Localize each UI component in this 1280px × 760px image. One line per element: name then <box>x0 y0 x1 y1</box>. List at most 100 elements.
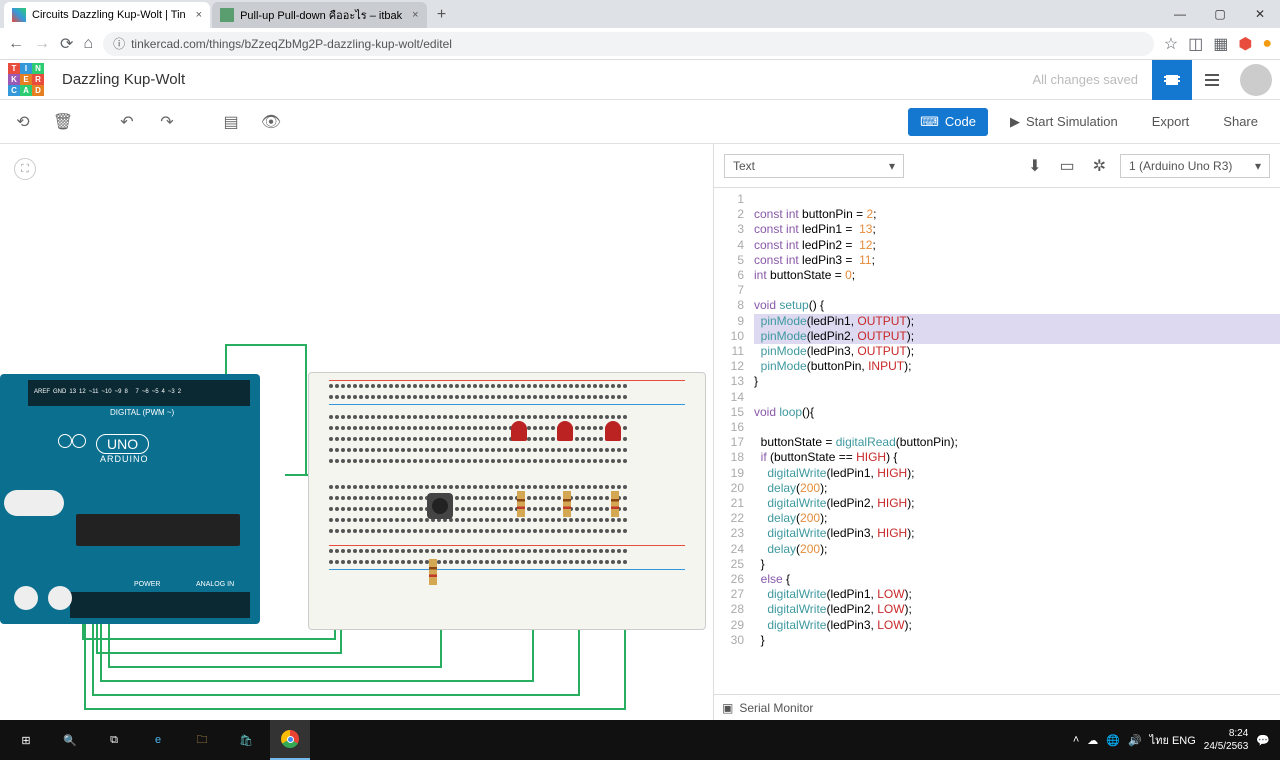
code-line[interactable]: 7 <box>714 283 1280 298</box>
wire[interactable] <box>532 624 534 682</box>
code-view-dropdown[interactable]: Text ▾ <box>724 154 904 178</box>
components-panel-button[interactable] <box>1152 60 1192 100</box>
edge-icon[interactable]: e <box>138 720 178 760</box>
reset-button[interactable] <box>4 490 64 516</box>
code-text[interactable]: digitalWrite(ledPin3, LOW); <box>754 618 1280 633</box>
wire[interactable] <box>92 694 578 696</box>
extension-icon[interactable]: ◫ <box>1188 34 1203 54</box>
code-line[interactable]: 13} <box>714 374 1280 389</box>
code-text[interactable] <box>754 283 1280 298</box>
code-line[interactable]: 17 buttonState = digitalRead(buttonPin); <box>714 435 1280 450</box>
notes-tool[interactable]: ▤ <box>218 109 244 135</box>
code-text[interactable]: buttonState = digitalRead(buttonPin); <box>754 435 1280 450</box>
chrome-icon[interactable] <box>270 720 310 760</box>
bookmark-icon[interactable]: ☆ <box>1164 34 1178 54</box>
code-line[interactable]: 20 delay(200); <box>714 481 1280 496</box>
code-text[interactable] <box>754 390 1280 405</box>
code-text[interactable]: } <box>754 633 1280 648</box>
explorer-icon[interactable]: 🗀 <box>182 720 222 760</box>
code-line[interactable]: 22 delay(200); <box>714 511 1280 526</box>
new-tab-button[interactable]: + <box>429 2 455 28</box>
code-text[interactable]: else { <box>754 572 1280 587</box>
code-text[interactable]: delay(200); <box>754 481 1280 496</box>
code-line[interactable]: 12 pinMode(buttonPin, INPUT); <box>714 359 1280 374</box>
code-line[interactable]: 3const int ledPin1 = 13; <box>714 222 1280 237</box>
breadboard-component[interactable] <box>308 372 706 630</box>
code-text[interactable]: if (buttonState == HIGH) { <box>754 450 1280 465</box>
search-button[interactable]: 🔍 <box>50 720 90 760</box>
forward-button[interactable]: → <box>34 35 50 53</box>
code-line[interactable]: 19 digitalWrite(ledPin1, HIGH); <box>714 466 1280 481</box>
wire[interactable] <box>82 638 334 640</box>
undo-button[interactable]: ↶ <box>114 109 140 135</box>
zoom-fit-button[interactable]: ⛶ <box>14 158 36 180</box>
code-text[interactable]: digitalWrite(ledPin3, HIGH); <box>754 526 1280 541</box>
arduino-uno-component[interactable]: AREFGND1312~11~10~98 7~6~54~32 DIGITAL (… <box>0 374 260 624</box>
download-code-button[interactable]: ⬇ <box>1024 152 1045 180</box>
code-line[interactable]: 10 pinMode(ledPin2, OUTPUT); <box>714 329 1280 344</box>
code-button[interactable]: ⌨ Code <box>908 108 988 136</box>
code-line[interactable]: 21 digitalWrite(ledPin2, HIGH); <box>714 496 1280 511</box>
extension-icon[interactable]: ⬢ <box>1238 34 1252 54</box>
export-button[interactable]: Export <box>1140 108 1202 135</box>
resistor-component[interactable] <box>517 491 525 517</box>
wire[interactable] <box>84 624 86 708</box>
code-text[interactable]: } <box>754 557 1280 572</box>
notifications-icon[interactable]: 💬 <box>1256 734 1270 747</box>
code-line[interactable]: 28 digitalWrite(ledPin2, LOW); <box>714 602 1280 617</box>
project-name[interactable]: Dazzling Kup-Wolt <box>62 71 185 88</box>
wire[interactable] <box>440 624 442 668</box>
code-text[interactable]: int buttonState = 0; <box>754 268 1280 283</box>
code-line[interactable]: 16 <box>714 420 1280 435</box>
redo-button[interactable]: ↷ <box>154 109 180 135</box>
start-simulation-button[interactable]: ▶ Start Simulation <box>998 108 1130 136</box>
code-line[interactable]: 2const int buttonPin = 2; <box>714 207 1280 222</box>
code-line[interactable]: 18 if (buttonState == HIGH) { <box>714 450 1280 465</box>
code-line[interactable]: 24 delay(200); <box>714 542 1280 557</box>
site-info-icon[interactable]: ⓘ <box>113 35 125 52</box>
maximize-button[interactable]: ▢ <box>1200 0 1240 28</box>
code-line[interactable]: 27 digitalWrite(ledPin1, LOW); <box>714 587 1280 602</box>
code-line[interactable]: 1 <box>714 192 1280 207</box>
wire[interactable] <box>108 666 440 668</box>
wire[interactable] <box>225 344 227 374</box>
code-text[interactable]: pinMode(buttonPin, INPUT); <box>754 359 1280 374</box>
code-text[interactable]: delay(200); <box>754 511 1280 526</box>
code-text[interactable] <box>754 192 1280 207</box>
tinkercad-logo[interactable]: TIN KER CAD <box>8 63 44 97</box>
wire[interactable] <box>305 344 307 474</box>
code-text[interactable]: const int ledPin2 = 12; <box>754 238 1280 253</box>
tray-chevron-icon[interactable]: ˄ <box>1073 734 1079 746</box>
list-view-button[interactable] <box>1192 60 1232 100</box>
task-view-button[interactable]: ⧉ <box>94 720 134 760</box>
code-line[interactable]: 5const int ledPin3 = 11; <box>714 253 1280 268</box>
code-text[interactable]: const int buttonPin = 2; <box>754 207 1280 222</box>
wire[interactable] <box>624 624 626 710</box>
share-button[interactable]: Share <box>1211 108 1270 135</box>
code-text[interactable] <box>754 420 1280 435</box>
resistor-component[interactable] <box>563 491 571 517</box>
code-text[interactable]: } <box>754 374 1280 389</box>
code-line[interactable]: 25 } <box>714 557 1280 572</box>
wire[interactable] <box>96 652 340 654</box>
user-avatar[interactable] <box>1240 64 1272 96</box>
power-analog-pins[interactable] <box>70 592 250 618</box>
wire[interactable] <box>285 474 308 476</box>
browser-tab[interactable]: Pull-up Pull-down คืออะไร – itbak × <box>212 2 426 28</box>
serial-monitor-toggle[interactable]: ▣ Serial Monitor <box>714 694 1280 720</box>
code-editor[interactable]: 12const int buttonPin = 2;3const int led… <box>714 188 1280 694</box>
minimize-button[interactable]: — <box>1160 0 1200 28</box>
rotate-tool[interactable]: ⟲ <box>10 109 36 135</box>
code-text[interactable]: pinMode(ledPin2, OUTPUT); <box>754 329 1280 344</box>
wire[interactable] <box>100 680 532 682</box>
wire[interactable] <box>108 624 110 666</box>
code-text[interactable]: digitalWrite(ledPin1, HIGH); <box>754 466 1280 481</box>
code-line[interactable]: 29 digitalWrite(ledPin3, LOW); <box>714 618 1280 633</box>
resistor-component[interactable] <box>611 491 619 517</box>
code-text[interactable]: pinMode(ledPin1, OUTPUT); <box>754 314 1280 329</box>
close-window-button[interactable]: ✕ <box>1240 0 1280 28</box>
code-text[interactable]: const int ledPin1 = 13; <box>754 222 1280 237</box>
circuit-canvas[interactable]: ⛶ AREFGND1312~11~10~98 7~6~54~32 DIGITAL… <box>0 144 714 720</box>
led-component[interactable] <box>511 421 527 441</box>
store-icon[interactable]: 🛍 <box>226 720 266 760</box>
